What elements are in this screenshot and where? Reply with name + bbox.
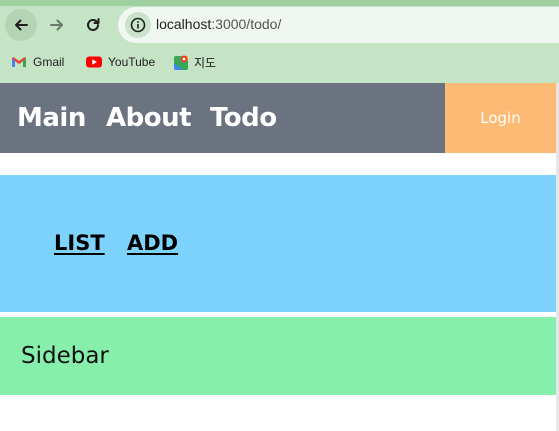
back-button[interactable]: [5, 9, 37, 41]
maps-icon: [174, 55, 188, 70]
info-icon: [130, 17, 146, 33]
browser-chrome: localhost:3000/todo/ Gmail YouTube 지도: [0, 0, 559, 83]
address-bar[interactable]: localhost:3000/todo/: [118, 7, 559, 43]
todo-tabs-panel: LIST ADD: [0, 175, 556, 312]
sidebar: Sidebar: [0, 317, 556, 395]
gmail-icon: [12, 57, 26, 67]
url-host: localhost: [156, 16, 212, 32]
tab-strip-edge: [0, 0, 559, 6]
bookmark-youtube[interactable]: YouTube: [86, 50, 155, 74]
nav-link-main[interactable]: Main: [17, 103, 86, 133]
bookmark-maps[interactable]: 지도: [174, 50, 216, 74]
bookmark-label: Gmail: [33, 55, 65, 69]
login-button[interactable]: Login: [445, 83, 556, 153]
bookmark-label: 지도: [194, 55, 217, 70]
url-path: :3000/todo/: [211, 16, 282, 32]
nav-link-todo[interactable]: Todo: [210, 103, 277, 133]
site-header: Main About Todo Login: [0, 83, 556, 153]
reload-icon: [87, 18, 100, 31]
web-page: Main About Todo Login LIST ADD Sidebar: [0, 83, 559, 431]
back-arrow-icon: [15, 19, 28, 31]
site-info-button[interactable]: [125, 12, 151, 38]
list-link[interactable]: LIST: [54, 231, 105, 255]
youtube-icon: [86, 56, 102, 68]
bookmark-label: YouTube: [108, 55, 156, 69]
bookmarks-bar: Gmail YouTube 지도: [0, 50, 559, 74]
url-text[interactable]: localhost:3000/todo/: [156, 16, 281, 32]
sidebar-title: Sidebar: [21, 343, 109, 369]
reload-button[interactable]: [77, 9, 109, 41]
add-link[interactable]: ADD: [127, 231, 178, 255]
forward-button[interactable]: [41, 9, 73, 41]
nav-link-about[interactable]: About: [106, 103, 192, 133]
forward-arrow-icon: [50, 19, 63, 31]
bookmark-gmail[interactable]: Gmail: [11, 50, 64, 74]
